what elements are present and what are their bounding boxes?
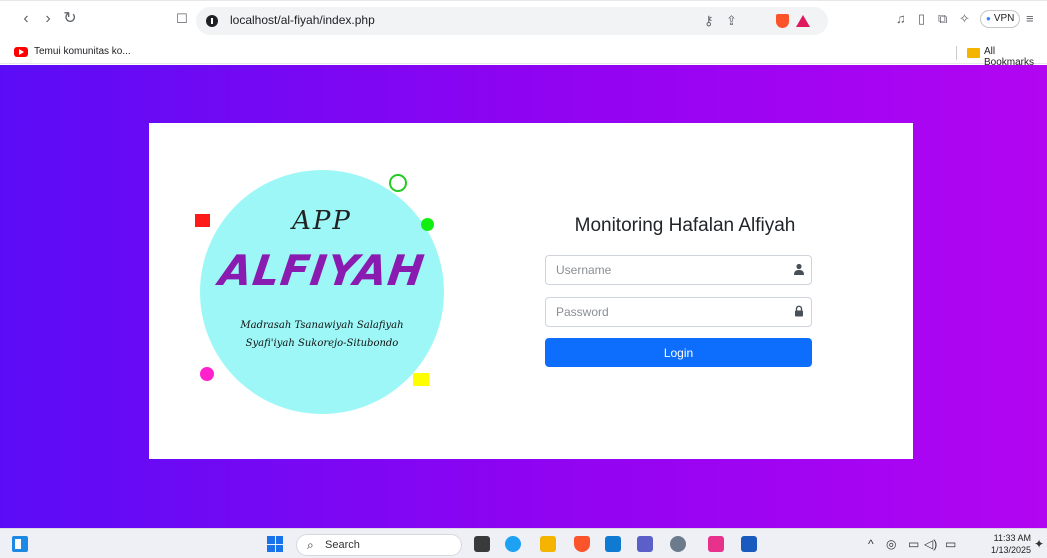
browser-toolbar: ‹ › ↻ ☐ localhost/al-fiyah/index.php ⚷ ⇪… xyxy=(0,0,1047,42)
brave-rewards-icon[interactable] xyxy=(796,15,810,27)
bookmarks-bar: Temui komunitas ko... All Bookmarks xyxy=(0,42,1047,68)
bookmark-icon[interactable]: ☐ xyxy=(172,9,192,29)
page-background: APP ALFIYAH Madrasah Tsanawiyah Salafiya… xyxy=(0,65,1047,528)
forward-icon[interactable]: › xyxy=(38,9,58,29)
clock-date: 1/13/2025 xyxy=(991,545,1032,555)
logo-subtitle-line1: Madrasah Tsanawiyah Salafiyah xyxy=(240,320,404,331)
word-icon[interactable] xyxy=(741,536,757,552)
chevron-up-icon[interactable]: ^ xyxy=(868,537,874,551)
xampp-icon[interactable] xyxy=(708,536,724,552)
lock-icon xyxy=(795,305,803,317)
share-icon[interactable]: ⇪ xyxy=(726,13,737,29)
sidebar-icon[interactable]: ▯ xyxy=(918,11,925,27)
site-info-icon[interactable] xyxy=(206,15,218,27)
app-tray-icon[interactable]: ◎ xyxy=(886,537,896,551)
extensions-icon[interactable]: ✧ xyxy=(959,11,970,27)
widgets-icon[interactable] xyxy=(12,536,28,552)
task-view-icon[interactable] xyxy=(474,536,490,552)
search-icon: ⌕ xyxy=(307,538,314,552)
logo-name-text: ALFIYAH xyxy=(216,246,428,295)
password-input[interactable] xyxy=(545,297,812,327)
clock-time: 11:33 AM xyxy=(993,533,1031,543)
back-icon[interactable]: ‹ xyxy=(16,9,36,29)
file-explorer-icon[interactable] xyxy=(540,536,556,552)
battery-icon[interactable]: ▭ xyxy=(945,537,956,551)
logo-subtitle-line2: Syafi'iyah Sukorejo-Situbondo xyxy=(245,338,399,349)
user-icon xyxy=(794,263,804,275)
brave-icon[interactable] xyxy=(574,536,590,552)
login-button[interactable]: Login xyxy=(545,338,812,367)
clock[interactable]: 11:33 AM 1/13/2025 xyxy=(991,532,1031,556)
display-icon[interactable]: ▭ xyxy=(908,537,919,551)
youtube-icon xyxy=(14,47,28,57)
teams-icon[interactable] xyxy=(637,536,653,552)
folder-icon xyxy=(967,48,980,58)
notification-icon[interactable]: ✦ xyxy=(1034,537,1044,551)
taskbar: ⌕ Search ^ ◎ ▭ ◁) ▭ 11:33 AM 1/13/2025 ✦ xyxy=(0,528,1047,558)
url-text[interactable]: localhost/al-fiyah/index.php xyxy=(230,13,375,27)
green-ring-shape xyxy=(389,174,407,192)
logo-app-text: APP xyxy=(292,206,352,236)
vpn-button[interactable]: VPN xyxy=(980,10,1021,28)
username-input[interactable] xyxy=(545,255,812,285)
volume-icon[interactable]: ◁) xyxy=(924,537,937,551)
bookmark-item[interactable]: Temui komunitas ko... xyxy=(34,46,131,57)
menu-icon[interactable]: ≡ xyxy=(1026,11,1034,26)
music-icon[interactable]: ♫ xyxy=(896,11,906,26)
magenta-dot-shape xyxy=(200,367,214,381)
address-bar[interactable]: localhost/al-fiyah/index.php ⚷ ⇪ xyxy=(196,7,828,35)
vscode-icon[interactable] xyxy=(605,536,621,552)
login-card: APP ALFIYAH Madrasah Tsanawiyah Salafiya… xyxy=(149,123,913,459)
search-label: Search xyxy=(325,539,360,551)
reload-icon[interactable]: ↻ xyxy=(60,9,80,29)
start-icon[interactable] xyxy=(267,536,283,552)
key-icon[interactable]: ⚷ xyxy=(704,13,714,29)
form-title: Monitoring Hafalan Alfiyah xyxy=(574,215,796,236)
taskbar-search[interactable]: ⌕ Search xyxy=(296,534,462,556)
yellow-square-shape xyxy=(413,373,429,386)
app-logo: APP ALFIYAH Madrasah Tsanawiyah Salafiya… xyxy=(189,168,449,428)
settings-icon[interactable] xyxy=(670,536,686,552)
brave-shield-icon[interactable] xyxy=(776,14,789,28)
bookmarks-divider xyxy=(956,46,957,60)
edge-icon[interactable] xyxy=(505,536,521,552)
tab-search-icon[interactable]: ⧉ xyxy=(938,11,947,27)
